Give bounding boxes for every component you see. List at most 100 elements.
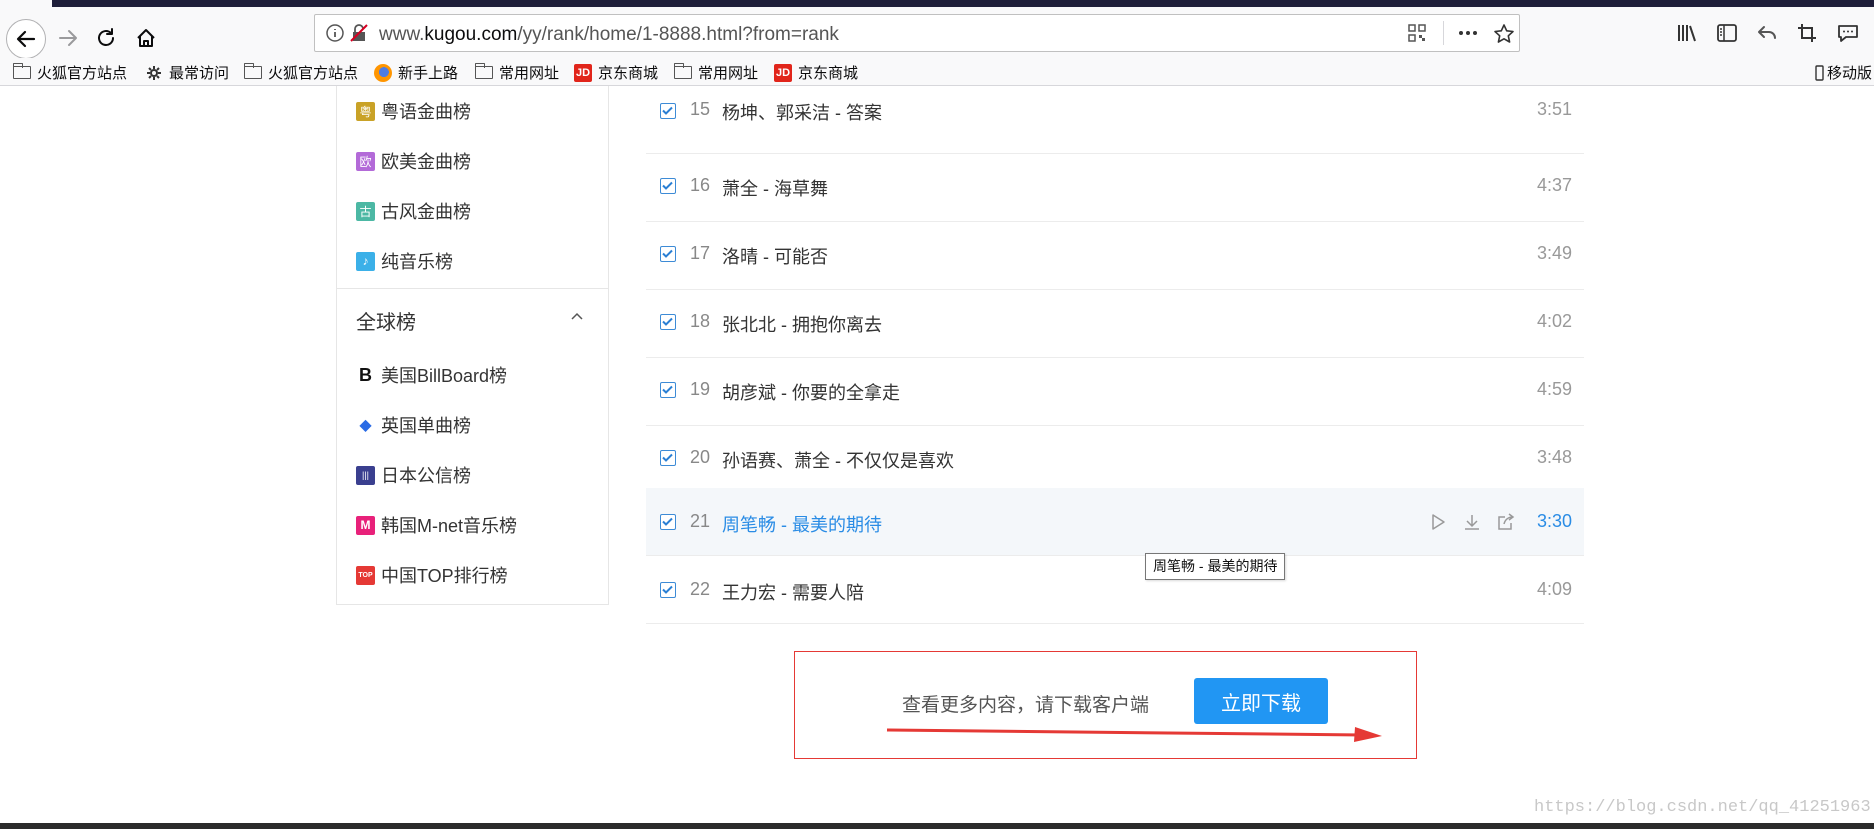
song-checkbox[interactable]: [660, 450, 676, 466]
sidebar-item-oricon[interactable]: ||| 日本公信榜: [356, 462, 471, 488]
song-title[interactable]: 周笔畅 - 最美的期待: [722, 511, 882, 537]
song-row[interactable]: 18 张北北 - 拥抱你离去 4:02: [646, 290, 1584, 358]
song-checkbox[interactable]: [660, 314, 676, 330]
oricon-icon: |||: [356, 465, 375, 485]
url-text[interactable]: www.kugou.com/yy/rank/home/1-8888.html?f…: [379, 24, 839, 46]
music-note-icon: ♪: [356, 251, 375, 271]
sidebar-toggle-icon[interactable]: [1716, 22, 1738, 44]
check-icon: [662, 453, 673, 462]
active-tab[interactable]: [0, 0, 52, 7]
sidebar-item-ancient-style[interactable]: 古 古风金曲榜: [356, 198, 471, 224]
bookmark-item[interactable]: 最常访问: [145, 62, 229, 83]
check-icon: [662, 106, 673, 115]
song-title[interactable]: 胡彦斌 - 你要的全拿走: [722, 379, 900, 405]
download-icon[interactable]: [1462, 512, 1482, 532]
sidebar-item-label: 粤语金曲榜: [381, 102, 471, 122]
song-checkbox[interactable]: [660, 382, 676, 398]
back-arrow-icon: [16, 30, 36, 48]
folder-icon: [673, 63, 692, 81]
bookmark-star-icon[interactable]: [1493, 23, 1515, 45]
promo-text: 查看更多内容，请下载客户端: [902, 695, 1150, 716]
forward-button[interactable]: [50, 20, 86, 56]
sidebar-item-cantonese[interactable]: 粤 粤语金曲榜: [356, 98, 471, 124]
bookmark-item[interactable]: 常用网址: [673, 62, 758, 83]
screenshot-crop-icon[interactable]: [1796, 22, 1818, 44]
chevron-up-icon[interactable]: [571, 311, 583, 323]
library-icon[interactable]: [1676, 22, 1698, 44]
song-duration: 3:49: [1536, 243, 1572, 263]
sidebar-item-western[interactable]: 欧 欧美金曲榜: [356, 148, 471, 174]
undo-icon[interactable]: [1756, 22, 1778, 44]
sidebar-item-label: 日本公信榜: [381, 466, 471, 486]
sidebar-item-pure-music[interactable]: ♪ 纯音乐榜: [356, 248, 453, 274]
bookmark-item[interactable]: JD 京东商城: [774, 62, 858, 83]
song-duration: 4:02: [1536, 311, 1572, 331]
bookmark-item[interactable]: 新手上路: [374, 62, 458, 83]
play-icon[interactable]: [1428, 512, 1448, 532]
sidebar-item-billboard[interactable]: B 美国BillBoard榜: [356, 362, 507, 388]
jd-icon: JD: [574, 63, 592, 82]
song-duration: 4:59: [1536, 379, 1572, 399]
song-title[interactable]: 孙语赛、萧全 - 不仅仅是喜欢: [722, 447, 954, 473]
url-bar[interactable]: www.kugou.com/yy/rank/home/1-8888.html?f…: [314, 14, 1520, 52]
bookmark-item[interactable]: 火狐官方站点: [243, 62, 358, 83]
share-icon[interactable]: [1496, 512, 1516, 532]
qr-code-icon[interactable]: [1407, 23, 1427, 43]
song-checkbox[interactable]: [660, 103, 676, 119]
sidebar-item-china-top[interactable]: TOP 中国TOP排行榜: [356, 562, 508, 588]
uk-singles-icon: ◆: [359, 417, 372, 434]
song-number: 20: [690, 447, 711, 467]
phone-icon: [1814, 64, 1824, 81]
song-checkbox[interactable]: [660, 178, 676, 194]
info-icon[interactable]: [325, 23, 345, 43]
download-promo-box: 查看更多内容，请下载客户端 立即下载: [794, 651, 1417, 759]
song-title[interactable]: 张北北 - 拥抱你离去: [722, 311, 882, 337]
rank-sidebar: 粤 粤语金曲榜 欧 欧美金曲榜 古 古风金曲榜 ♪ 纯音乐榜 全球榜 B 美国B…: [336, 86, 609, 605]
song-row-hovered[interactable]: 21 周笔畅 - 最美的期待 3:30: [646, 488, 1584, 556]
song-row[interactable]: 19 胡彦斌 - 你要的全拿走 4:59: [646, 358, 1584, 426]
page-actions-icon[interactable]: [1457, 23, 1479, 43]
song-number: 15: [690, 99, 711, 119]
bookmarks-toolbar: 火狐官方站点 最常访问 火狐官方站点 新手上路 常用网址 JD 京东商城 常用网址…: [0, 58, 1874, 86]
bookmark-item[interactable]: 火狐官方站点: [12, 62, 127, 83]
mobile-bookmarks[interactable]: 移动版: [1814, 62, 1872, 83]
folder-icon: [243, 63, 262, 81]
song-actions: [1428, 512, 1516, 532]
song-checkbox[interactable]: [660, 514, 676, 530]
song-duration: 4:09: [1536, 579, 1572, 599]
check-icon: [662, 317, 673, 326]
reload-button[interactable]: [88, 20, 124, 56]
song-checkbox[interactable]: [660, 246, 676, 262]
sidebar-item-mnet[interactable]: M 韩国M-net音乐榜: [356, 512, 517, 538]
back-button[interactable]: [6, 19, 46, 59]
sidebar-item-uk-singles[interactable]: ◆ 英国单曲榜: [356, 412, 471, 438]
download-now-button[interactable]: 立即下载: [1194, 678, 1328, 724]
song-checkbox[interactable]: [660, 582, 676, 598]
song-number: 21: [690, 511, 711, 531]
bottom-bar: [0, 823, 1874, 829]
song-title[interactable]: 洛晴 - 可能否: [722, 243, 828, 269]
song-row[interactable]: 15 杨坤、郭采洁 - 答案 3:51: [646, 86, 1584, 154]
insecure-lock-icon[interactable]: [349, 23, 369, 43]
song-row[interactable]: 20 孙语赛、萧全 - 不仅仅是喜欢 3:48: [646, 426, 1584, 494]
global-charts-header[interactable]: 全球榜: [356, 306, 416, 335]
chat-icon[interactable]: [1836, 22, 1860, 44]
billboard-icon: B: [359, 364, 372, 385]
song-row[interactable]: 22 王力宏 - 需要人陪 4:09: [646, 556, 1584, 624]
gear-icon: [145, 65, 163, 81]
bookmark-item[interactable]: JD 京东商城: [574, 62, 658, 83]
check-icon: [662, 585, 673, 594]
bookmark-item[interactable]: 常用网址: [474, 62, 559, 83]
song-duration: 4:37: [1536, 175, 1572, 195]
china-top-icon: TOP: [356, 565, 375, 585]
song-title[interactable]: 王力宏 - 需要人陪: [722, 579, 864, 605]
reload-icon: [98, 28, 114, 46]
sidebar-item-label: 英国单曲榜: [381, 416, 471, 436]
song-title[interactable]: 杨坤、郭采洁 - 答案: [722, 99, 882, 125]
browser-toolbar: www.kugou.com/yy/rank/home/1-8888.html?f…: [0, 7, 1874, 62]
song-title[interactable]: 萧全 - 海草舞: [722, 175, 828, 201]
song-row[interactable]: 16 萧全 - 海草舞 4:37: [646, 154, 1584, 222]
song-row[interactable]: 17 洛晴 - 可能否 3:49: [646, 222, 1584, 290]
home-button[interactable]: [128, 20, 164, 56]
red-arrow-annotation: [886, 727, 1382, 742]
